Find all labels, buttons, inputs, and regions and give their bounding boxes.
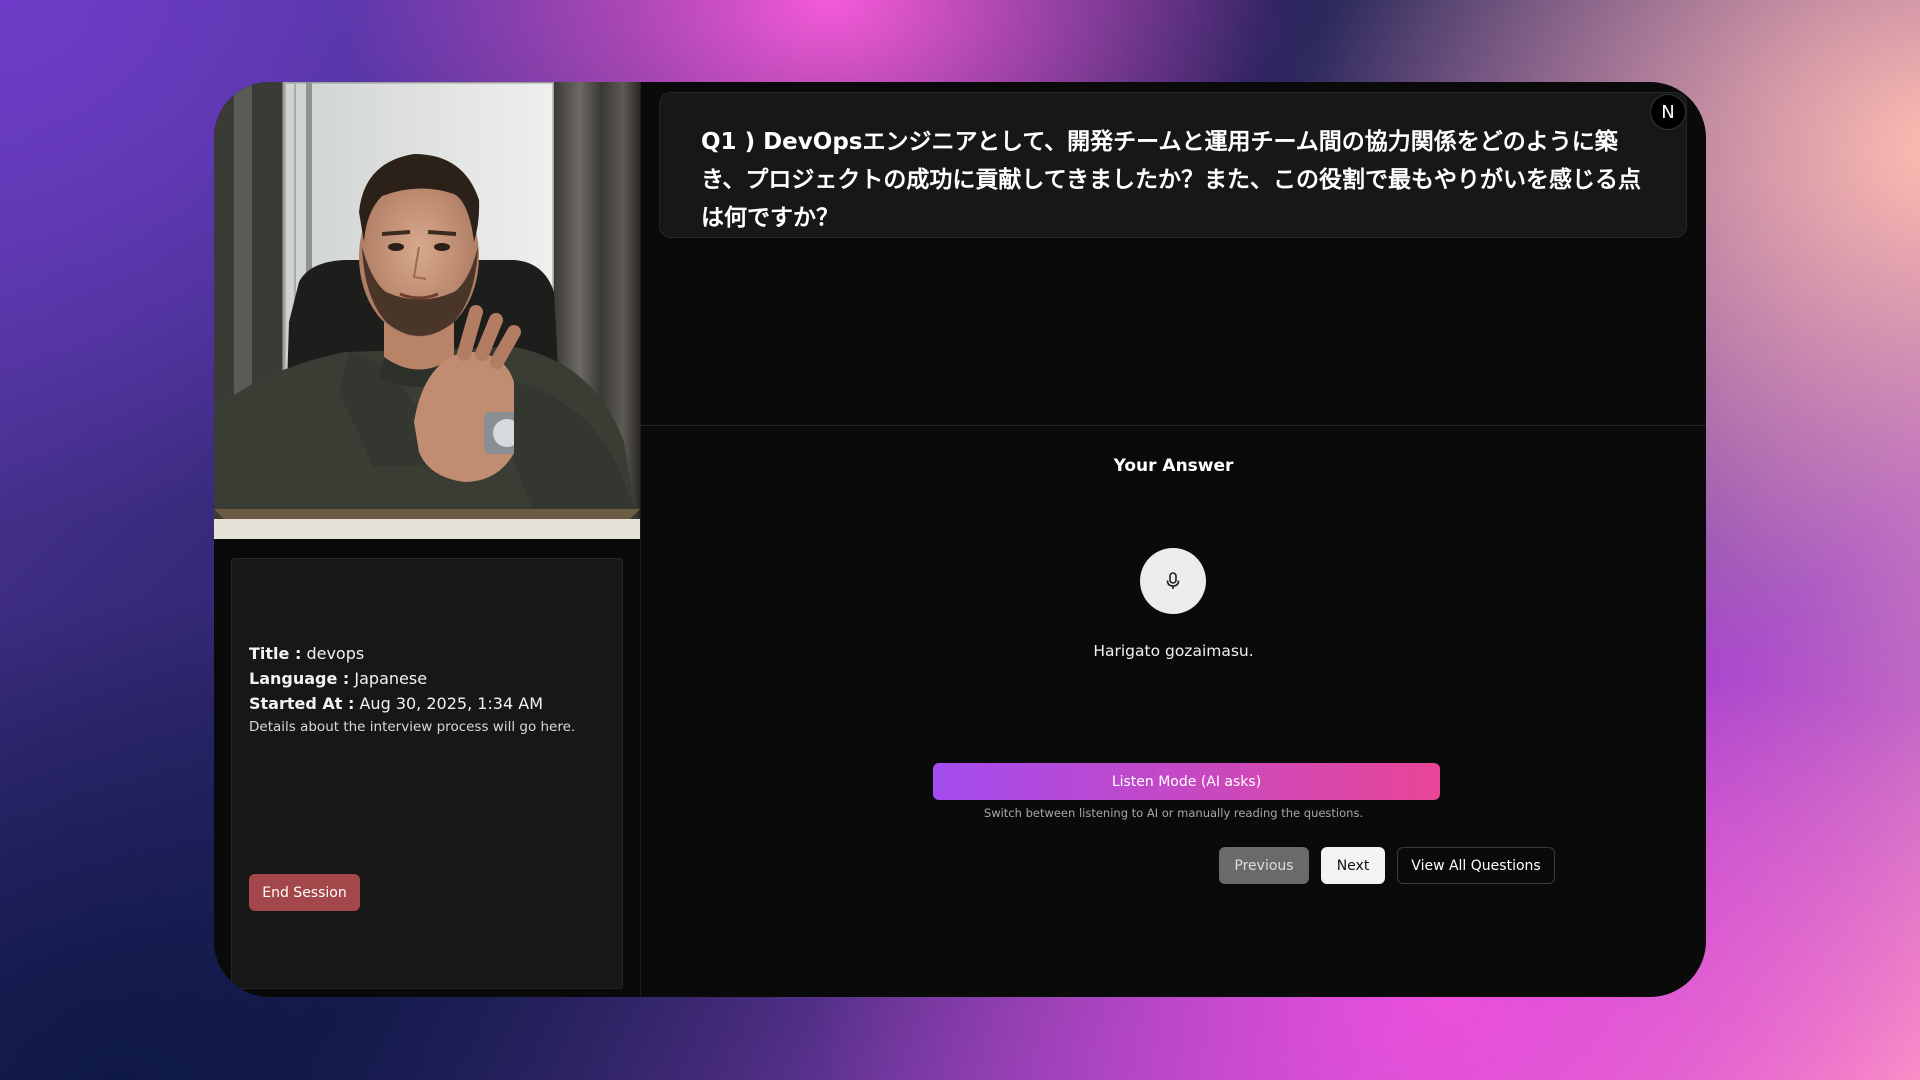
listen-mode-hint: Switch between listening to AI or manual… [983, 806, 1364, 820]
left-panel: Title : devops Language : Japanese Start… [214, 82, 641, 997]
section-divider [641, 425, 1706, 426]
session-language-value: Japanese [354, 669, 428, 688]
listen-mode-button[interactable]: Listen Mode (AI asks) [933, 763, 1440, 800]
microphone-icon [1166, 572, 1180, 589]
session-title-row: Title : devops [249, 641, 575, 666]
microphone-button[interactable] [1140, 548, 1206, 614]
question-navigation: Previous Next View All Questions [641, 847, 1706, 884]
session-details-note: Details about the interview process will… [249, 719, 576, 735]
session-started-value: Aug 30, 2025, 1:34 AM [359, 694, 543, 713]
question-card: Q1 ) DevOpsエンジニアとして、開発チームと運用チーム間の協力関係をどの… [659, 92, 1687, 238]
session-started-row: Started At : Aug 30, 2025, 1:34 AM [249, 691, 575, 716]
session-language-label: Language : [249, 669, 350, 688]
session-title-value: devops [306, 644, 365, 663]
right-panel: Q1 ) DevOpsエンジニアとして、開発チームと運用チーム間の協力関係をどの… [641, 82, 1706, 997]
answer-transcript: Harigato gozaimasu. [1093, 642, 1254, 660]
next-button[interactable]: Next [1321, 847, 1385, 884]
camera-video-feed [214, 82, 640, 539]
session-started-label: Started At : [249, 694, 355, 713]
n-logo-letter: N [1661, 101, 1675, 123]
end-session-button[interactable]: End Session [249, 874, 360, 911]
video-frame-illustration [214, 82, 640, 539]
session-details: Title : devops Language : Japanese Start… [249, 641, 575, 738]
session-info-card: Title : devops Language : Japanese Start… [231, 558, 623, 989]
view-all-questions-button[interactable]: View All Questions [1397, 847, 1555, 884]
answer-heading: Your Answer [1113, 456, 1234, 476]
n-logo-badge[interactable]: N [1650, 94, 1686, 130]
interview-window: Title : devops Language : Japanese Start… [214, 82, 1706, 997]
question-text: Q1 ) DevOpsエンジニアとして、開発チームと運用チーム間の協力関係をどの… [701, 129, 1642, 231]
session-language-row: Language : Japanese [249, 666, 575, 691]
previous-button[interactable]: Previous [1219, 847, 1309, 884]
session-title-label: Title : [249, 644, 302, 663]
